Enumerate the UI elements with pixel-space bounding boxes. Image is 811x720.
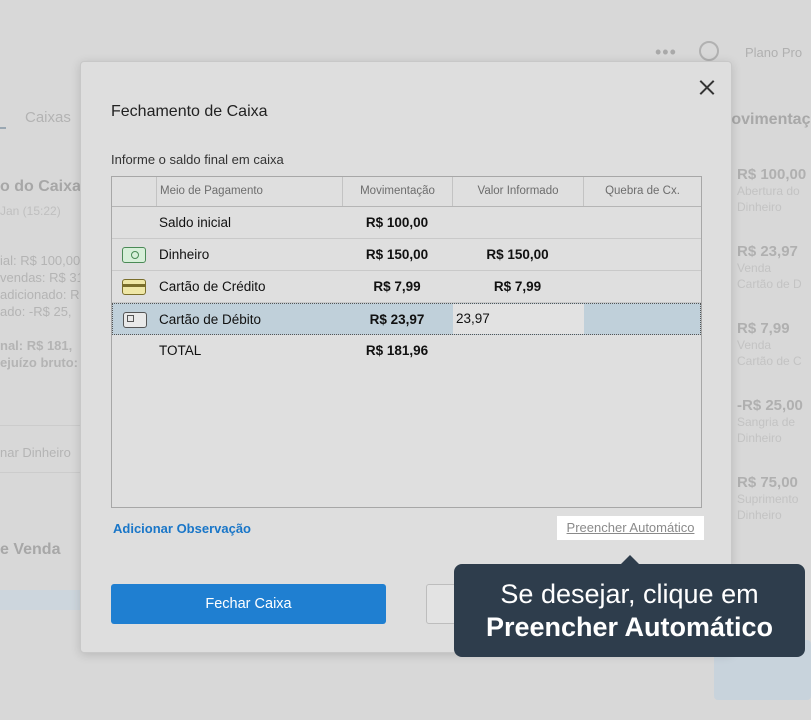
summary-line: nal: R$ 181, [0,338,73,353]
movement-item: R$ 7,99 Venda Cartão de C [737,320,802,368]
summary-line: ado: -R$ 25, [0,304,72,319]
summary-line: adicionado: R [0,287,80,302]
grid-row-total: TOTAL R$ 181,96 [112,335,701,367]
dialog-subtitle: Informe o saldo final em caixa [111,152,284,167]
col-movimentacao: Movimentação [342,177,452,206]
movement-item: R$ 23,97 Venda Cartão de D [737,243,802,291]
sales-title: e Venda [0,541,61,558]
cash-icon [122,247,146,263]
debit-card-icon [123,312,147,328]
row-label: Dinheiro [159,247,210,262]
movement-item: R$ 100,00 Abertura do Dinheiro [737,166,807,214]
col-quebra: Quebra de Cx. [583,177,701,206]
col-meio-pagamento: Meio de Pagamento [156,177,343,206]
settings-icon [699,41,719,61]
plan-label: Plano Pro [745,45,803,60]
close-cash-button[interactable]: Fechar Caixa [111,584,386,624]
col-valor-informado: Valor Informado [452,177,583,206]
tooltip-line-1: Se desejar, clique em [500,579,759,609]
row-movimentacao: R$ 100,00 [365,215,429,230]
grid-row-dinheiro[interactable]: Dinheiro R$ 150,00 R$ 150,00 [112,239,701,271]
add-cash-link: nar Dinheiro [0,445,71,460]
row-label: Cartão de Débito [159,312,262,327]
movement-item: -R$ 25,00 Sangria de Dinheiro [737,397,803,445]
row-label: Saldo inicial [159,215,232,230]
summary-line: ial: R$ 100,00 [0,253,81,268]
summary-line: vendas: R$ 31 [0,270,84,285]
grid-row-cartao-debito[interactable]: Cartão de Débito R$ 23,97 23,97 [112,303,701,335]
row-label: TOTAL [159,343,202,358]
grid-header: Meio de Pagamento Movimentação Valor Inf… [112,177,701,207]
divider [0,425,80,426]
more-icon: ••• [655,42,677,62]
dialog-title: Fechamento de Caixa [111,103,268,120]
divider [0,472,80,473]
autofill-link[interactable]: Preencher Automático [557,516,704,540]
row-movimentacao: R$ 23,97 [369,312,425,327]
caixa-title: o do Caixa [0,178,81,195]
summary-line: ejuízo bruto: [0,355,78,370]
row-movimentacao: R$ 181,96 [365,343,429,358]
tab-indicator [0,127,6,129]
row-label: Cartão de Crédito [159,279,266,294]
tab-caixas: Caixas [25,109,71,126]
grid-row-cartao-credito[interactable]: Cartão de Crédito R$ 7,99 R$ 7,99 [112,271,701,303]
caixa-summary: ial: R$ 100,00 vendas: R$ 31 adicionado:… [0,252,84,371]
hint-tooltip: Se desejar, clique em Preencher Automáti… [454,555,805,657]
payment-grid: Meio de Pagamento Movimentação Valor Inf… [111,176,702,508]
row-valor-informado[interactable]: R$ 150,00 [452,239,583,270]
sales-header-strip [0,590,80,610]
credit-card-icon [122,279,146,295]
add-note-link[interactable]: Adicionar Observação [113,521,251,536]
row-quebra [584,304,700,334]
summary-spacer [0,320,84,337]
valor-informado-input[interactable]: 23,97 [453,304,584,334]
movement-item: R$ 75,00 Suprimento Dinheiro [737,474,799,522]
close-icon[interactable] [695,76,719,100]
caixa-date: Jan (15:22) [0,204,61,218]
row-movimentacao: R$ 7,99 [373,279,421,294]
row-movimentacao: R$ 150,00 [365,247,429,262]
row-valor-informado[interactable]: R$ 7,99 [452,271,583,302]
tooltip-line-2: Preencher Automático [485,612,774,642]
grid-row-saldo-inicial[interactable]: Saldo inicial R$ 100,00 [112,207,701,239]
